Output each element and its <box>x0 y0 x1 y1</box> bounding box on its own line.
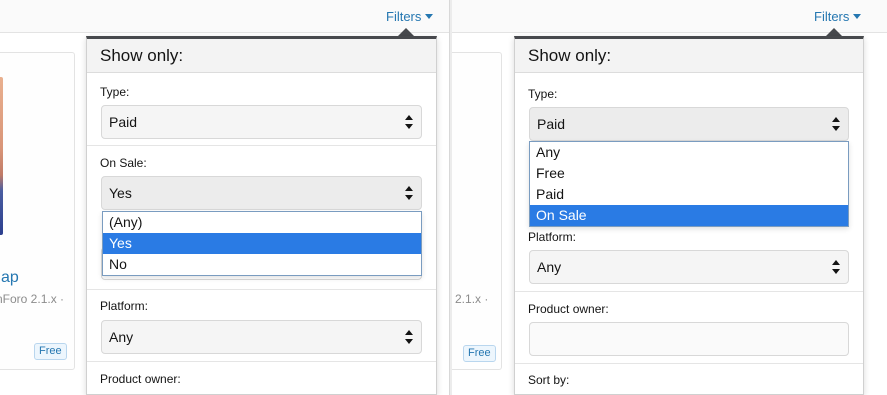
on-sale-dropdown: (Any) Yes No <box>102 211 422 276</box>
select-arrows-icon <box>405 115 413 129</box>
top-bar: Filters <box>452 0 887 33</box>
filters-menu-link[interactable]: Filters <box>814 9 862 24</box>
filters-popup: Show only: Type: Paid Any Free Paid On S… <box>514 36 864 395</box>
popup-header: Show only: <box>515 39 863 73</box>
type-option-any[interactable]: Any <box>530 142 848 163</box>
on-sale-option-yes[interactable]: Yes <box>103 233 421 254</box>
left-screenshot-panel: Filters ap nForo 2.1.x · Free Show only:… <box>0 0 450 395</box>
filters-link-label: Filters <box>386 9 422 24</box>
product-owner-input[interactable] <box>529 322 849 356</box>
popup-arrow <box>826 28 842 36</box>
type-dropdown: Any Free Paid On Sale <box>529 141 849 227</box>
caret-down-icon <box>425 14 434 19</box>
free-badge: Free <box>463 345 496 362</box>
on-sale-label: On Sale: <box>100 156 147 170</box>
on-sale-select[interactable]: Yes <box>101 176 422 210</box>
top-bar: Filters <box>0 0 449 33</box>
resource-card[interactable]: ap nForo 2.1.x · Free <box>0 52 75 370</box>
on-sale-option-any[interactable]: (Any) <box>103 212 421 233</box>
caret-down-icon <box>853 14 862 19</box>
product-owner-label: Product owner: <box>100 372 181 386</box>
type-option-paid[interactable]: Paid <box>530 184 848 205</box>
resource-thumbnail <box>0 77 3 235</box>
resource-card[interactable]: o 2.1.x · Free <box>452 52 502 370</box>
select-arrows-icon <box>405 330 413 344</box>
platform-select-value: Any <box>109 329 134 345</box>
row-divider <box>87 289 436 290</box>
sort-by-label: Sort by: <box>528 373 570 387</box>
platform-select[interactable]: Any <box>101 320 422 354</box>
on-sale-select-value: Yes <box>109 185 132 201</box>
type-select[interactable]: Paid <box>529 107 849 141</box>
row-divider <box>87 361 436 362</box>
platform-label: Platform: <box>100 299 149 313</box>
resource-meta: o 2.1.x · <box>452 292 489 306</box>
filters-menu-link[interactable]: Filters <box>386 9 434 24</box>
type-option-free[interactable]: Free <box>530 163 848 184</box>
select-arrows-icon <box>832 117 840 131</box>
filters-popup: Show only: Type: Paid On Sale: Yes (Any)… <box>86 36 437 395</box>
platform-select-value: Any <box>537 259 562 275</box>
type-select-value: Paid <box>109 114 138 130</box>
platform-select[interactable]: Any <box>529 250 849 284</box>
resource-title[interactable]: ap <box>1 269 19 287</box>
resource-meta: nForo 2.1.x · <box>0 292 65 306</box>
select-arrows-icon <box>832 260 840 274</box>
platform-label: Platform: <box>528 230 577 244</box>
type-label: Type: <box>100 85 130 99</box>
product-owner-label: Product owner: <box>528 302 609 316</box>
row-divider <box>515 291 863 292</box>
row-divider <box>515 363 863 364</box>
type-select[interactable]: Paid <box>101 105 422 139</box>
on-sale-option-no[interactable]: No <box>103 254 421 275</box>
type-select-value: Paid <box>537 116 566 132</box>
filters-link-label: Filters <box>814 9 850 24</box>
popup-arrow <box>398 28 414 36</box>
row-divider <box>87 145 436 146</box>
right-screenshot-panel: Filters o 2.1.x · Free Show only: Type: … <box>452 0 887 395</box>
free-badge: Free <box>34 343 67 360</box>
select-arrows-icon <box>405 186 413 200</box>
type-option-on-sale[interactable]: On Sale <box>530 205 848 226</box>
type-label: Type: <box>528 87 558 101</box>
popup-header: Show only: <box>87 39 436 73</box>
